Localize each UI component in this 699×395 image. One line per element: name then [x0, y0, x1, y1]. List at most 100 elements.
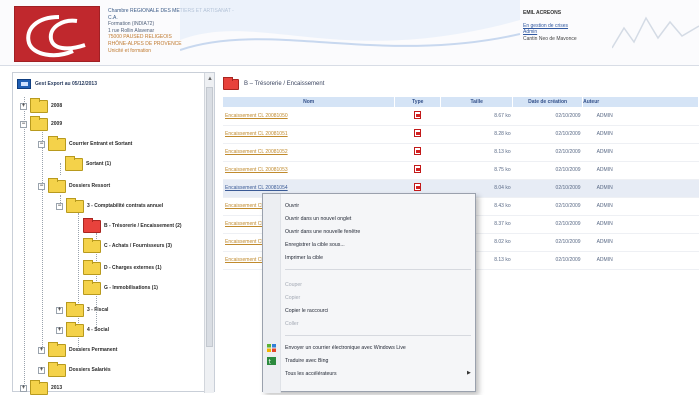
expand-icon[interactable]: +	[20, 384, 27, 392]
collapse-icon[interactable]: −	[56, 202, 63, 210]
column-header-size[interactable]: Taille	[440, 97, 514, 107]
brand-logo[interactable]	[14, 6, 100, 62]
pdf-icon	[414, 129, 422, 137]
file-type-cell	[394, 161, 441, 180]
file-name-link[interactable]: Encaissement CL 20081053	[223, 161, 395, 180]
tree-item-selected[interactable]: B - Trésorerie / Encaissement (2)	[83, 217, 182, 233]
tree-item[interactable]: − Dossiers Ressort	[38, 177, 111, 193]
tree-item[interactable]: − Courrier Entrant et Sortant	[38, 135, 132, 151]
tree-item[interactable]: + 3 - Fiscal	[56, 301, 108, 317]
file-name-link[interactable]: Encaissement CL 20081052	[223, 143, 395, 162]
menu-item-save-target[interactable]: Enregistrer la cible sous...	[285, 239, 345, 250]
menu-item-send-email[interactable]: Envoyer un courrier électronique avec Wi…	[285, 342, 406, 353]
tree-item-label: C - Achats / Fournisseurs (3)	[104, 243, 172, 249]
menu-item-open[interactable]: Ouvrir	[285, 200, 299, 211]
tree-item[interactable]: Sortant (1)	[65, 155, 111, 171]
tree-root[interactable]: Gest Export au 05/12/2013	[17, 78, 97, 90]
tree-item[interactable]: + 4 - Social	[56, 321, 109, 337]
file-date: 02/10/2009	[512, 197, 583, 216]
tree-item-label: Dossiers Ressort	[69, 183, 111, 189]
tree-item-label: B - Trésorerie / Encaissement (2)	[104, 223, 182, 229]
tree-item[interactable]: G - Immobilisations (1)	[83, 279, 158, 295]
pdf-icon	[414, 147, 422, 155]
tree-item[interactable]: + 2008	[20, 97, 62, 113]
folder-icon	[48, 341, 66, 357]
column-header-date[interactable]: Date de création	[512, 97, 584, 107]
folder-icon	[66, 301, 84, 317]
folder-icon	[48, 135, 66, 151]
tree-item-label: 2009	[51, 121, 63, 127]
folder-icon	[83, 279, 101, 295]
file-type-cell	[394, 107, 441, 126]
file-date: 02/10/2009	[512, 233, 583, 252]
menu-item-open-new-window[interactable]: Ouvrir dans une nouvelle fenêtre	[285, 226, 360, 237]
collapse-icon[interactable]: −	[20, 120, 27, 128]
folder-icon	[30, 97, 48, 113]
tree-item[interactable]: C - Achats / Fournisseurs (3)	[83, 237, 172, 253]
column-header-author[interactable]: Auteur	[582, 97, 699, 107]
folder-icon	[48, 361, 66, 377]
expand-icon[interactable]: +	[20, 102, 27, 110]
tree-item[interactable]: − 2009	[20, 115, 63, 131]
collapse-icon[interactable]: −	[38, 140, 45, 148]
app-header: Chambre REGIONALE DES METIERS ET ARTISAN…	[0, 0, 699, 66]
file-author: ADMIN	[582, 197, 699, 216]
folder-icon	[30, 379, 48, 395]
column-header-type[interactable]: Type	[394, 97, 442, 107]
tree-item[interactable]: + Dossiers Permanent	[38, 341, 117, 357]
table-row[interactable]: Encaissement CL 20081050 8.67 ko 02/10/2…	[223, 107, 699, 126]
breadcrumb: B – Trésorerie / Encaissement	[223, 76, 324, 91]
tree-scrollbar[interactable]: ▲	[204, 73, 214, 393]
file-type-cell	[394, 143, 441, 162]
tree-item-label: 2013	[51, 385, 63, 391]
expand-icon[interactable]: +	[56, 326, 63, 334]
column-header-name[interactable]: Nom	[223, 97, 396, 107]
file-date: 02/10/2009	[512, 251, 583, 270]
folder-icon	[48, 177, 66, 193]
tree-item[interactable]: − 3 - Comptabilité contrats annuel	[56, 197, 164, 213]
table-row[interactable]: Encaissement CL 20081051 8.28 ko 02/10/2…	[223, 125, 699, 144]
collapse-icon[interactable]: −	[38, 182, 45, 190]
scroll-thumb[interactable]	[206, 87, 213, 347]
file-author: ADMIN	[582, 179, 699, 198]
file-author: ADMIN	[582, 161, 699, 180]
windows-live-mail-icon	[267, 344, 276, 352]
file-date: 02/10/2009	[512, 179, 583, 198]
file-date: 02/10/2009	[512, 161, 583, 180]
table-header-row: Nom Type Taille Date de création Auteur	[223, 97, 699, 107]
menu-item-cut[interactable]: Couper	[285, 279, 302, 290]
scroll-up-icon[interactable]: ▲	[207, 76, 213, 82]
table-row[interactable]: Encaissement CL 20081053 8.75 ko 02/10/2…	[223, 161, 699, 180]
tree-item[interactable]: + 2013	[20, 379, 63, 395]
menu-item-print-target[interactable]: Imprimer la cible	[285, 252, 323, 263]
menu-item-open-new-tab[interactable]: Ouvrir dans un nouvel onglet	[285, 213, 351, 224]
pdf-icon	[414, 110, 422, 119]
table-row[interactable]: Encaissement CL 20081052 8.13 ko 02/10/2…	[223, 143, 699, 162]
expand-icon[interactable]: +	[38, 366, 45, 374]
tree-item[interactable]: D - Charges externes (1)	[83, 259, 162, 275]
context-menu: Ouvrir Ouvrir dans un nouvel onglet Ouvr…	[262, 193, 476, 393]
expand-icon[interactable]: +	[56, 306, 63, 314]
folder-icon	[83, 259, 101, 275]
folder-icon	[66, 321, 84, 337]
expand-icon[interactable]: +	[38, 346, 45, 354]
menu-item-copy-shortcut[interactable]: Copier le raccourci	[285, 305, 328, 316]
header-wave-decoration	[180, 0, 520, 51]
file-size: 8.67 ko	[440, 107, 513, 126]
tree-item-label: Dossiers Salariés	[69, 367, 111, 373]
file-date: 02/10/2009	[512, 107, 583, 126]
file-name-link[interactable]: Encaissement CL 20081050	[223, 107, 395, 126]
tree-item-label: 3 - Comptabilité contrats annuel	[87, 203, 164, 209]
logo-swirl-icon	[26, 15, 86, 58]
tree-root-label: Gest Export au 05/12/2013	[35, 81, 97, 87]
menu-item-copy[interactable]: Copier	[285, 292, 300, 303]
file-name-link[interactable]: Encaissement CL 20081051	[223, 125, 395, 144]
menu-item-translate-bing[interactable]: Traduire avec Bing	[285, 355, 328, 366]
tree-item-label: D - Charges externes (1)	[104, 265, 162, 271]
tree-item[interactable]: + Dossiers Salariés	[38, 361, 111, 377]
file-date: 02/10/2009	[512, 215, 583, 234]
bing-translate-icon: t	[267, 357, 276, 365]
menu-item-paste[interactable]: Coller	[285, 318, 299, 329]
menu-separator	[285, 269, 471, 270]
menu-item-all-accelerators[interactable]: Tous les accélérateurs	[285, 368, 337, 379]
